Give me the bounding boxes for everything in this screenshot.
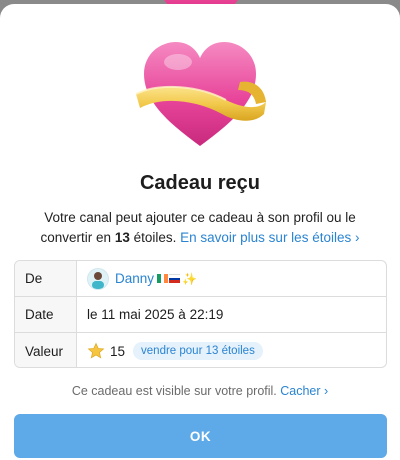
gift-dialog: Cadeau reçu Votre canal peut ajouter ce … [0, 4, 400, 460]
value-row: Valeur 15 vendre pour 13 étoiles [15, 333, 386, 367]
sparkles-icon: ✨ [182, 271, 197, 286]
date-row: Date le 11 mai 2025 à 22:19 [15, 297, 386, 333]
description-text-end: étoiles. [129, 230, 181, 245]
star-icon [87, 342, 105, 359]
value-value: 15 vendre pour 13 étoiles [77, 333, 386, 367]
date-label: Date [15, 297, 77, 332]
from-label: De [15, 261, 77, 296]
gift-heart-icon [130, 34, 270, 154]
close-button[interactable] [362, 20, 386, 44]
dialog-description: Votre canal peut ajouter ce cadeau à son… [30, 208, 370, 248]
sender-flags [157, 274, 181, 283]
sender-avatar[interactable] [87, 267, 109, 290]
value-label: Valeur [15, 333, 77, 367]
visibility-text: Ce cadeau est visible sur votre profil. [71, 384, 281, 398]
learn-more-stars-link[interactable]: En savoir plus sur les étoiles › [180, 230, 359, 245]
from-row: De Danny ✨ [15, 261, 386, 297]
hide-link[interactable]: Cacher › [280, 384, 328, 398]
russia-flag-icon [169, 274, 181, 283]
stars-value: 15 [110, 343, 126, 359]
sender-name[interactable]: Danny [115, 271, 154, 286]
visibility-note: Ce cadeau est visible sur votre profil. … [0, 384, 400, 398]
dialog-title: Cadeau reçu [139, 172, 261, 194]
gift-details-table: De Danny ✨ Date le 11 mai 2025 à 22:19 V… [14, 260, 387, 368]
ok-button[interactable]: OK [14, 414, 387, 458]
ireland-flag-icon [157, 274, 169, 283]
sell-for-stars-button[interactable]: vendre pour 13 étoiles [133, 342, 263, 360]
from-value: Danny ✨ [77, 261, 386, 296]
description-star-count: 13 [114, 230, 130, 245]
date-value: le 11 mai 2025 à 22:19 [87, 307, 224, 322]
